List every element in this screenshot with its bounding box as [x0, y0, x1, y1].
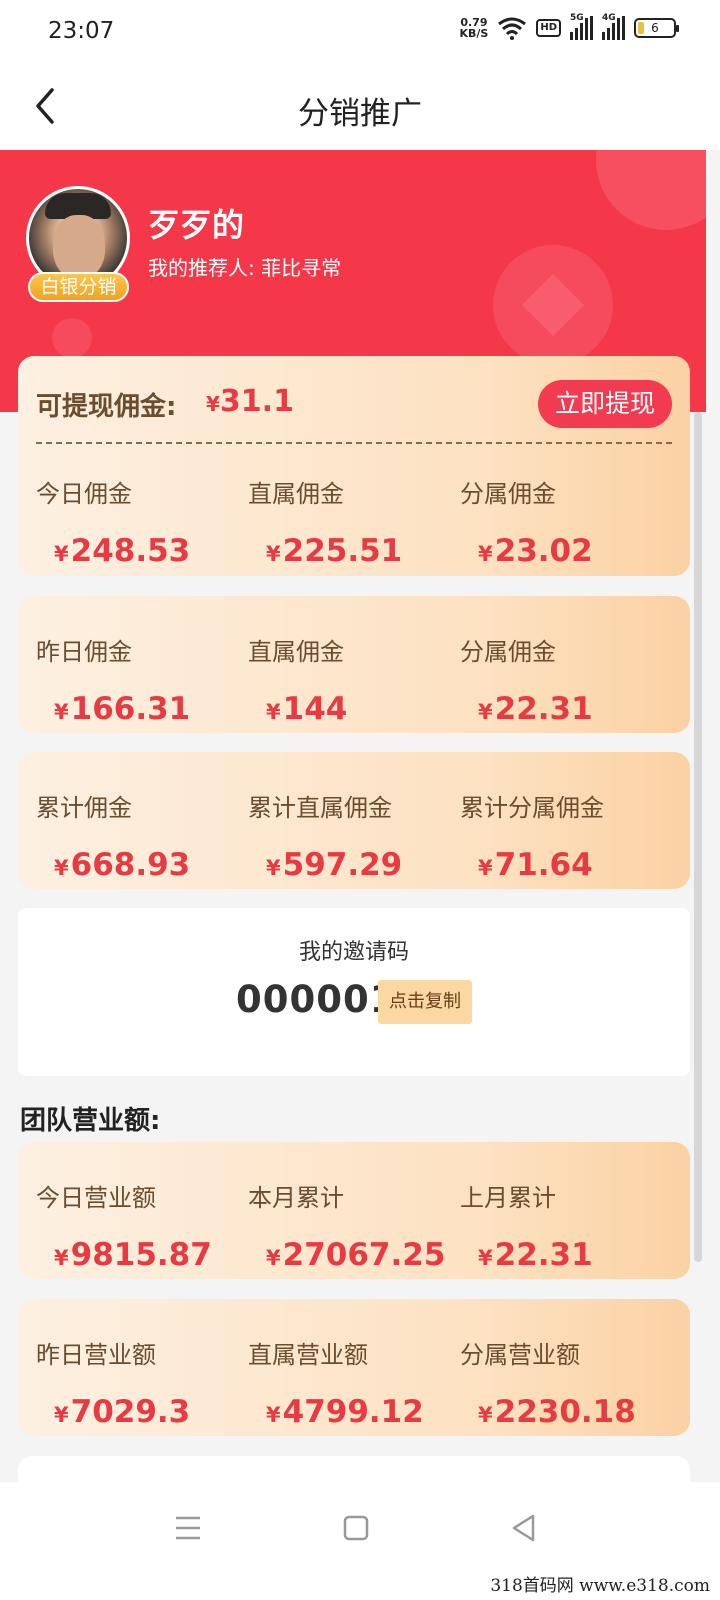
withdrawable-label: 可提现佣金:: [36, 392, 177, 422]
coin-decor-icon: [493, 245, 613, 365]
stat-cell: 分属佣金 ¥22.31: [460, 638, 593, 727]
signal-5g-icon: 5G: [570, 13, 593, 40]
stat-cell: 分属佣金 ¥23.02: [460, 480, 593, 569]
invite-code: 000001: [236, 978, 397, 1021]
stat-cell: 本月累计 ¥27067.25: [248, 1184, 446, 1273]
withdraw-button[interactable]: 立即提现: [538, 380, 672, 428]
menu-button[interactable]: [168, 1508, 208, 1548]
stat-cell: 直属佣金 ¥225.51: [248, 480, 403, 569]
referrer-info: 我的推荐人: 菲比寻常: [148, 252, 341, 281]
hd-icon: HD: [536, 19, 561, 37]
team-revenue-title: 团队营业额:: [20, 1106, 161, 1136]
status-icons: 0.79 KB/S HD 5G 4G 6: [459, 13, 679, 40]
system-nav-bar: 318首码网 www.e318.com: [0, 1482, 720, 1600]
stat-cell: 直属营业额 ¥4799.12: [248, 1341, 424, 1430]
stat-cell: 上月累计 ¥22.31: [460, 1184, 593, 1273]
total-commission-card: 累计佣金 ¥668.93 累计直属佣金 ¥597.29 累计分属佣金 ¥71.6…: [18, 752, 690, 889]
network-speed: 0.79 KB/S: [459, 16, 489, 40]
level-badge: 白银分销: [28, 272, 129, 302]
menu-icon: [176, 1516, 200, 1540]
stat-cell: 昨日佣金 ¥166.31: [36, 638, 191, 727]
status-bar: 23:07 0.79 KB/S HD 5G 4G 6: [0, 0, 720, 64]
clock: 23:07: [48, 18, 115, 44]
home-button[interactable]: [336, 1508, 376, 1548]
triangle-back-icon: [512, 1514, 535, 1542]
invite-code-label: 我的邀请码: [298, 940, 409, 965]
stat-cell: 今日营业额 ¥9815.87: [36, 1184, 212, 1273]
square-icon: [343, 1515, 369, 1541]
decor-circle: [52, 318, 92, 358]
referrer-label: 我的推荐人:: [148, 256, 255, 280]
divider: [36, 442, 672, 444]
system-back-button[interactable]: [504, 1508, 544, 1548]
battery-icon: 6: [634, 18, 679, 38]
wifi-icon: [498, 17, 527, 40]
stat-cell: 累计分属佣金 ¥71.64: [460, 794, 604, 883]
scrollbar[interactable]: [694, 412, 702, 1262]
page-title: 分销推广: [298, 96, 422, 132]
withdrawable-amount: ¥31.1: [206, 384, 294, 419]
stat-cell: 昨日营业额 ¥7029.3: [36, 1341, 191, 1430]
stat-cell: 今日佣金 ¥248.53: [36, 480, 191, 569]
decor-circle: [596, 150, 706, 230]
yesterday-commission-card: 昨日佣金 ¥166.31 直属佣金 ¥144 分属佣金 ¥22.31: [18, 596, 690, 733]
signal-4g-icon: 4G: [602, 13, 625, 40]
stat-cell: 分属营业额 ¥2230.18: [460, 1341, 636, 1430]
team-revenue-card: 今日营业额 ¥9815.87 本月累计 ¥27067.25 上月累计 ¥22.3…: [18, 1142, 690, 1279]
watermark: 318首码网 www.e318.com: [490, 1576, 710, 1596]
user-name: 歹歹的: [148, 206, 245, 244]
copy-button[interactable]: 点击复制: [378, 980, 472, 1024]
stat-cell: 累计佣金 ¥668.93: [36, 794, 191, 883]
withdraw-card: 可提现佣金: ¥31.1 立即提现 今日佣金 ¥248.53 直属佣金 ¥225…: [18, 356, 690, 576]
stat-cell: 直属佣金 ¥144: [248, 638, 348, 727]
referrer-name: 菲比寻常: [261, 256, 342, 280]
invite-code-panel: 我的邀请码 000001 点击复制: [18, 908, 690, 1076]
team-revenue-card: 昨日营业额 ¥7029.3 直属营业额 ¥4799.12 分属营业额 ¥2230…: [18, 1299, 690, 1436]
stat-cell: 累计直属佣金 ¥597.29: [248, 794, 403, 883]
nav-bar: 分销推广: [0, 64, 720, 150]
